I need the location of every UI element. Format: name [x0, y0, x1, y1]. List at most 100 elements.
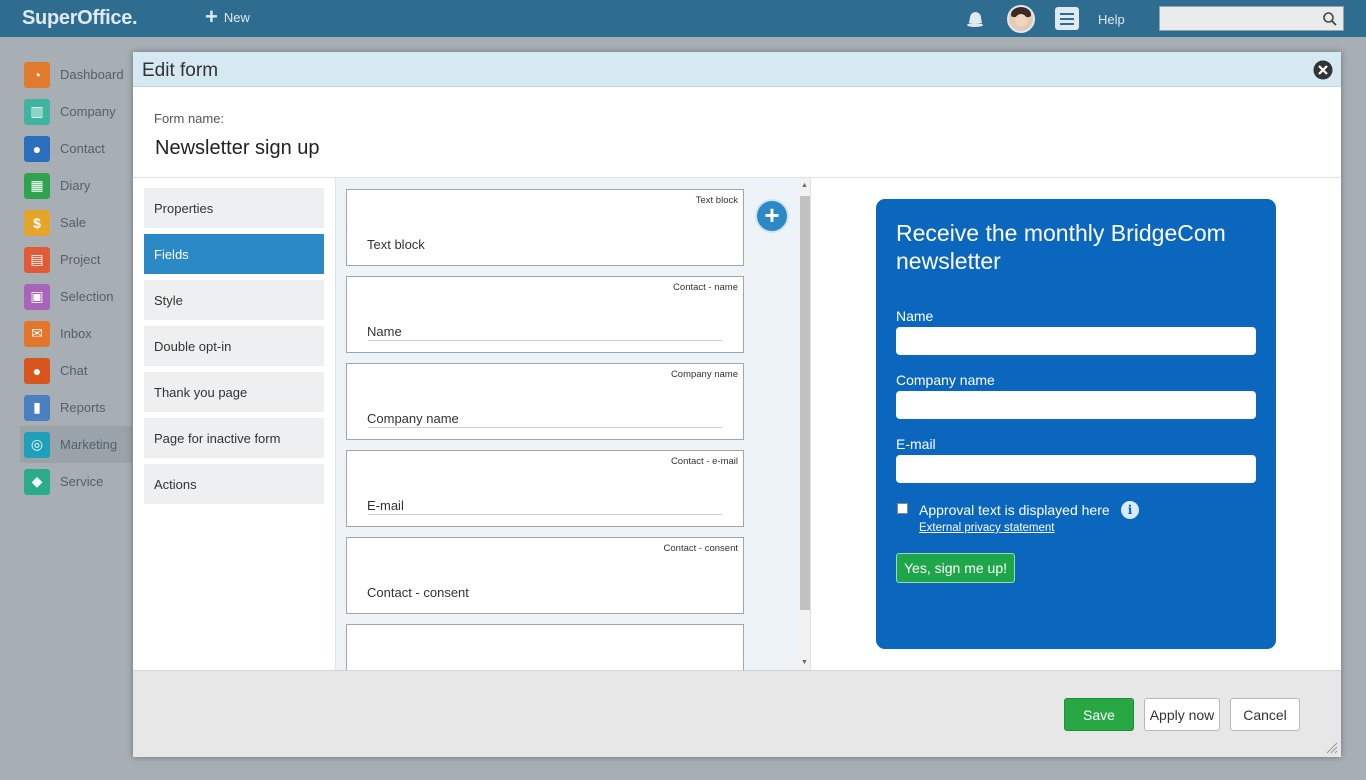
scroll-thumb[interactable] [800, 196, 810, 610]
nav-item-label: Diary [60, 178, 91, 193]
nav-item-chat[interactable]: ● Chat [20, 352, 132, 389]
preview-email-input[interactable] [896, 455, 1256, 483]
search-input[interactable] [1159, 6, 1344, 31]
top-bar: SuperOffice. + New Help [0, 0, 1366, 37]
nav-item-diary[interactable]: ▦ Diary [20, 167, 132, 204]
edit-form-dialog: Edit form Form name: Newsletter sign up … [133, 52, 1341, 757]
fields-scrollbar[interactable]: ▲ ▼ [798, 178, 810, 670]
field-card[interactable]: Company name Company name [346, 363, 744, 440]
field-input-underline [368, 514, 722, 515]
nav-item-label: Marketing [60, 437, 118, 452]
service-icon: ◆ [24, 468, 50, 495]
save-button[interactable]: Save [1064, 698, 1134, 731]
notifications-bell-icon[interactable] [963, 7, 987, 31]
field-label: Contact - consent [367, 585, 469, 600]
nav-item-selection[interactable]: ▣ Selection [20, 278, 132, 315]
field-label: Text block [367, 237, 425, 252]
cancel-button[interactable]: Cancel [1230, 698, 1300, 731]
tab-properties[interactable]: Properties [144, 188, 324, 228]
add-field-button[interactable]: + [755, 199, 789, 233]
scroll-down-arrow-icon[interactable]: ▼ [801, 659, 808, 666]
preview-title: Receive the monthly BridgeCom newsletter [896, 220, 1226, 274]
dialog-header: Edit form [133, 52, 1341, 87]
dashboard-icon: ◔ [24, 61, 50, 88]
field-input-underline [368, 427, 722, 428]
field-card[interactable]: Contact - consent Contact - consent [346, 537, 744, 614]
nav-item-label: Selection [60, 289, 114, 304]
preview-email-label: E-mail [896, 436, 936, 452]
preview-privacy-link[interactable]: External privacy statement [919, 522, 1055, 534]
nav-item-label: Dashboard [60, 67, 124, 82]
app-logo[interactable]: SuperOffice. [22, 7, 138, 30]
scroll-up-arrow-icon[interactable]: ▲ [801, 182, 808, 189]
field-card[interactable]: Contact - e-mail E-mail [346, 450, 744, 527]
fields-list: Text block Text block Contact - name Name Co… [335, 178, 811, 670]
user-avatar[interactable] [1007, 5, 1035, 33]
nav-item-service[interactable]: ◆ Service [20, 463, 132, 500]
field-type-label: Contact - name [673, 282, 738, 293]
plus-icon: + [205, 4, 218, 29]
nav-item-label: Reports [60, 400, 106, 415]
field-card[interactable]: Contact - name Name [346, 276, 744, 353]
field-label: Company name [367, 411, 459, 426]
field-type-label: Company name [670, 369, 738, 380]
new-label: New [223, 9, 250, 25]
side-nav: ◔ Dashboard ▥ Company ● Contact ▦ Diary $ Sale ▤ Pr… [20, 56, 132, 500]
tab-page-for-inactive-form[interactable]: Page for inactive form [144, 418, 324, 458]
resize-grip-icon[interactable] [1324, 740, 1338, 754]
settings-tabs: Properties Fields Style Double opt-in Thank … [144, 188, 324, 510]
nav-item-label: Project [60, 252, 101, 267]
field-type-label: Contact - consent [663, 543, 738, 554]
nav-item-marketing[interactable]: ◎ Marketing [20, 426, 132, 463]
chat-icon: ● [24, 357, 50, 384]
marketing-icon: ◎ [24, 431, 50, 458]
nav-item-label: Sale [60, 215, 87, 230]
sale-icon: $ [24, 209, 50, 236]
nav-item-label: Inbox [60, 326, 92, 341]
tab-style[interactable]: Style [144, 280, 324, 320]
field-type-label: Text block [695, 195, 738, 206]
tab-fields[interactable]: Fields [144, 234, 324, 274]
nav-item-contact[interactable]: ● Contact [20, 130, 132, 167]
nav-item-label: Service [60, 474, 104, 489]
nav-item-inbox[interactable]: ✉ Inbox [20, 315, 132, 352]
close-icon[interactable] [1313, 60, 1333, 80]
tab-double-opt-in[interactable]: Double opt-in [144, 326, 324, 366]
hamburger-menu-icon[interactable] [1055, 7, 1079, 30]
preview-approval-text: Approval text is displayed here [919, 502, 1110, 518]
dialog-footer: Save Apply now Cancel [133, 670, 1341, 757]
preview-company-label: Company name [896, 372, 995, 388]
field-type-label: Contact - e-mail [670, 456, 738, 467]
apply-now-button[interactable]: Apply now [1144, 698, 1220, 731]
preview-company-input[interactable] [896, 391, 1256, 419]
new-button[interactable]: + New [205, 4, 250, 29]
nav-item-dashboard[interactable]: ◔ Dashboard [20, 56, 132, 93]
nav-item-label: Chat [60, 363, 88, 378]
nav-item-label: Company [60, 104, 116, 119]
tab-actions[interactable]: Actions [144, 464, 324, 504]
nav-item-project[interactable]: ▤ Project [20, 241, 132, 278]
selection-icon: ▣ [24, 283, 50, 310]
field-label: Name [367, 324, 402, 339]
form-name-section: Form name: Newsletter sign up [133, 88, 1341, 178]
search-icon[interactable] [1322, 11, 1338, 27]
help-link[interactable]: Help [1098, 12, 1125, 27]
field-card[interactable]: Text block Text block [346, 189, 744, 266]
tab-thank-you-page[interactable]: Thank you page [144, 372, 324, 412]
nav-item-reports[interactable]: ▮ Reports [20, 389, 132, 426]
nav-item-sale[interactable]: $ Sale [20, 204, 132, 241]
form-name-field[interactable]: Newsletter sign up [155, 137, 320, 160]
project-icon: ▤ [24, 246, 50, 273]
preview-approval-checkbox[interactable] [897, 503, 908, 514]
form-name-label: Form name: [154, 111, 225, 126]
preview-name-input[interactable] [896, 327, 1256, 355]
info-icon[interactable]: i [1121, 501, 1139, 519]
field-card[interactable] [346, 624, 744, 670]
preview-submit-button[interactable]: Yes, sign me up! [896, 553, 1015, 583]
nav-item-company[interactable]: ▥ Company [20, 93, 132, 130]
preview-name-label: Name [896, 308, 934, 324]
diary-icon: ▦ [24, 172, 50, 199]
form-preview: Receive the monthly BridgeCom newsletter… [876, 199, 1276, 649]
dialog-title: Edit form [142, 60, 219, 81]
nav-item-label: Contact [60, 141, 105, 156]
